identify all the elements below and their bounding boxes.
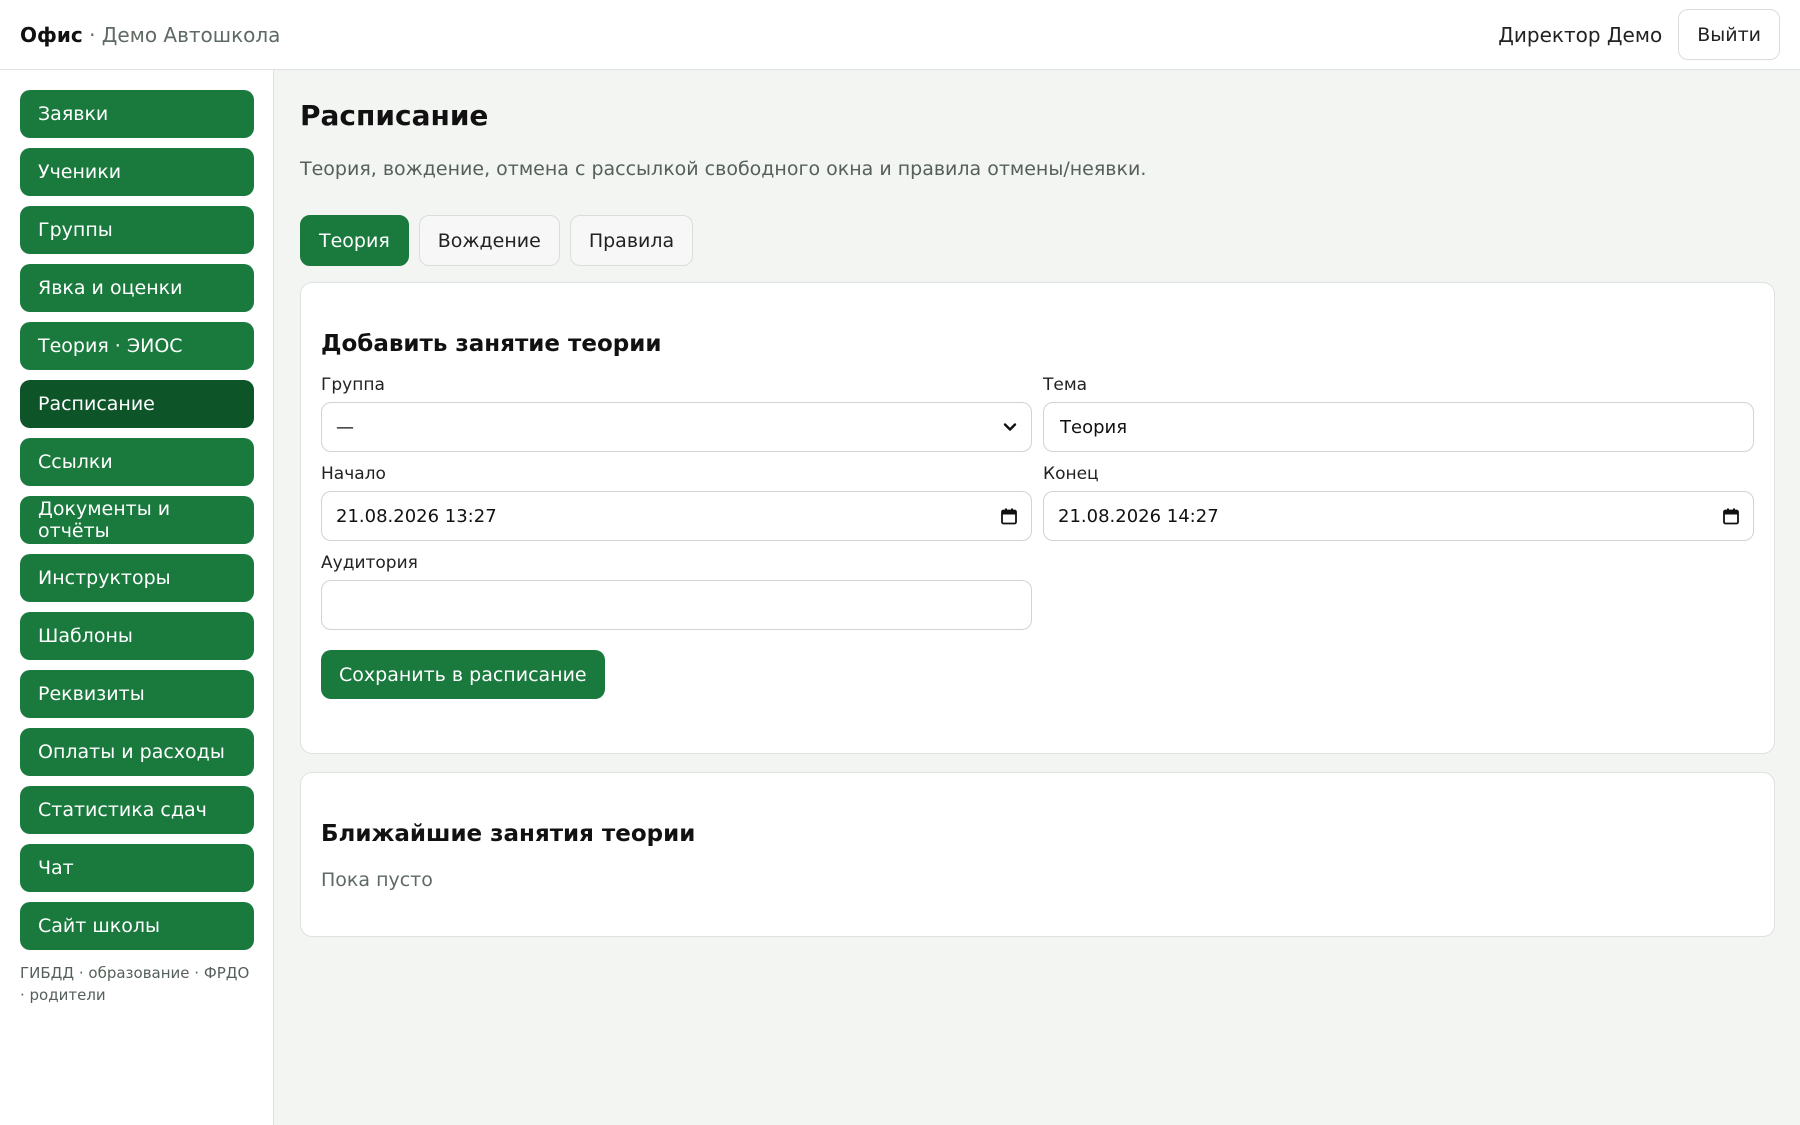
room-input[interactable]	[336, 593, 1017, 617]
sidebar-item-exam-stats[interactable]: Статистика сдач	[20, 786, 254, 834]
topic-input[interactable]	[1058, 415, 1739, 439]
sidebar-item-requisites[interactable]: Реквизиты	[20, 670, 254, 718]
sidebar-item-payments[interactable]: Оплаты и расходы	[20, 728, 254, 776]
topic-label: Тема	[1043, 375, 1088, 395]
end-label: Конец	[1043, 464, 1099, 484]
page-title: Расписание	[300, 99, 489, 132]
save-to-schedule-button[interactable]: Сохранить в расписание	[321, 650, 605, 699]
tab-rules[interactable]: Правила	[569, 215, 694, 266]
sidebar-footer: ГИБДД · образование · ФРДО · родители	[20, 964, 250, 1004]
sidebar-item-theory-eios[interactable]: Теория · ЭИОС	[20, 322, 254, 370]
logout-button[interactable]: Выйти	[1678, 9, 1780, 60]
sidebar-item-chat[interactable]: Чат	[20, 844, 254, 892]
main-content: Расписание Теория, вождение, отмена с ра…	[275, 70, 1800, 1125]
brand-separator: ·	[82, 22, 102, 47]
empty-state-text: Пока пусто	[321, 869, 433, 891]
sidebar-item-groups[interactable]: Группы	[20, 206, 254, 254]
tab-theory[interactable]: Теория	[300, 215, 409, 266]
sidebar-item-students[interactable]: Ученики	[20, 148, 254, 196]
end-datetime-field[interactable]: 21.08.2026 14:27	[1043, 491, 1754, 541]
upcoming-theory-card: Ближайшие занятия теории Пока пусто	[300, 772, 1775, 937]
add-theory-title: Добавить занятие теории	[321, 331, 662, 357]
room-label: Аудитория	[321, 553, 418, 573]
sidebar-item-documents[interactable]: Документы и отчёты	[20, 496, 254, 544]
group-select-value: —	[336, 416, 354, 438]
top-bar: Офис · Демо Автошкола Директор Демо Выйт…	[0, 0, 1800, 70]
room-field-box	[321, 580, 1032, 630]
tab-driving[interactable]: Вождение	[418, 215, 560, 266]
sidebar-item-schedule[interactable]: Расписание	[20, 380, 254, 428]
add-theory-card: Добавить занятие теории Группа — Тема На…	[300, 282, 1775, 754]
chevron-down-icon	[1003, 420, 1017, 434]
page-subtitle: Теория, вождение, отмена с рассылкой сво…	[300, 158, 1147, 180]
group-select[interactable]: —	[321, 402, 1032, 452]
app-title: Офис · Демо Автошкола	[20, 23, 280, 47]
group-label: Группа	[321, 375, 385, 395]
upcoming-theory-title: Ближайшие занятия теории	[321, 821, 696, 847]
school-name: Демо Автошкола	[101, 22, 281, 47]
sidebar: Заявки Ученики Группы Явка и оценки Теор…	[0, 70, 274, 1125]
calendar-icon[interactable]	[1001, 508, 1017, 525]
calendar-icon[interactable]	[1723, 508, 1739, 525]
end-datetime-value: 21.08.2026 14:27	[1058, 505, 1219, 527]
start-label: Начало	[321, 464, 386, 484]
brand-name: Офис	[20, 22, 83, 47]
sidebar-item-school-site[interactable]: Сайт школы	[20, 902, 254, 950]
start-datetime-value: 21.08.2026 13:27	[336, 505, 497, 527]
sidebar-item-instructors[interactable]: Инструкторы	[20, 554, 254, 602]
schedule-tabs: Теория Вождение Правила	[300, 215, 1774, 266]
topic-field-box	[1043, 402, 1754, 452]
start-datetime-field[interactable]: 21.08.2026 13:27	[321, 491, 1032, 541]
sidebar-item-attendance[interactable]: Явка и оценки	[20, 264, 254, 312]
sidebar-item-requests[interactable]: Заявки	[20, 90, 254, 138]
user-name: Директор Демо	[1498, 22, 1663, 47]
sidebar-item-templates[interactable]: Шаблоны	[20, 612, 254, 660]
sidebar-item-links[interactable]: Ссылки	[20, 438, 254, 486]
